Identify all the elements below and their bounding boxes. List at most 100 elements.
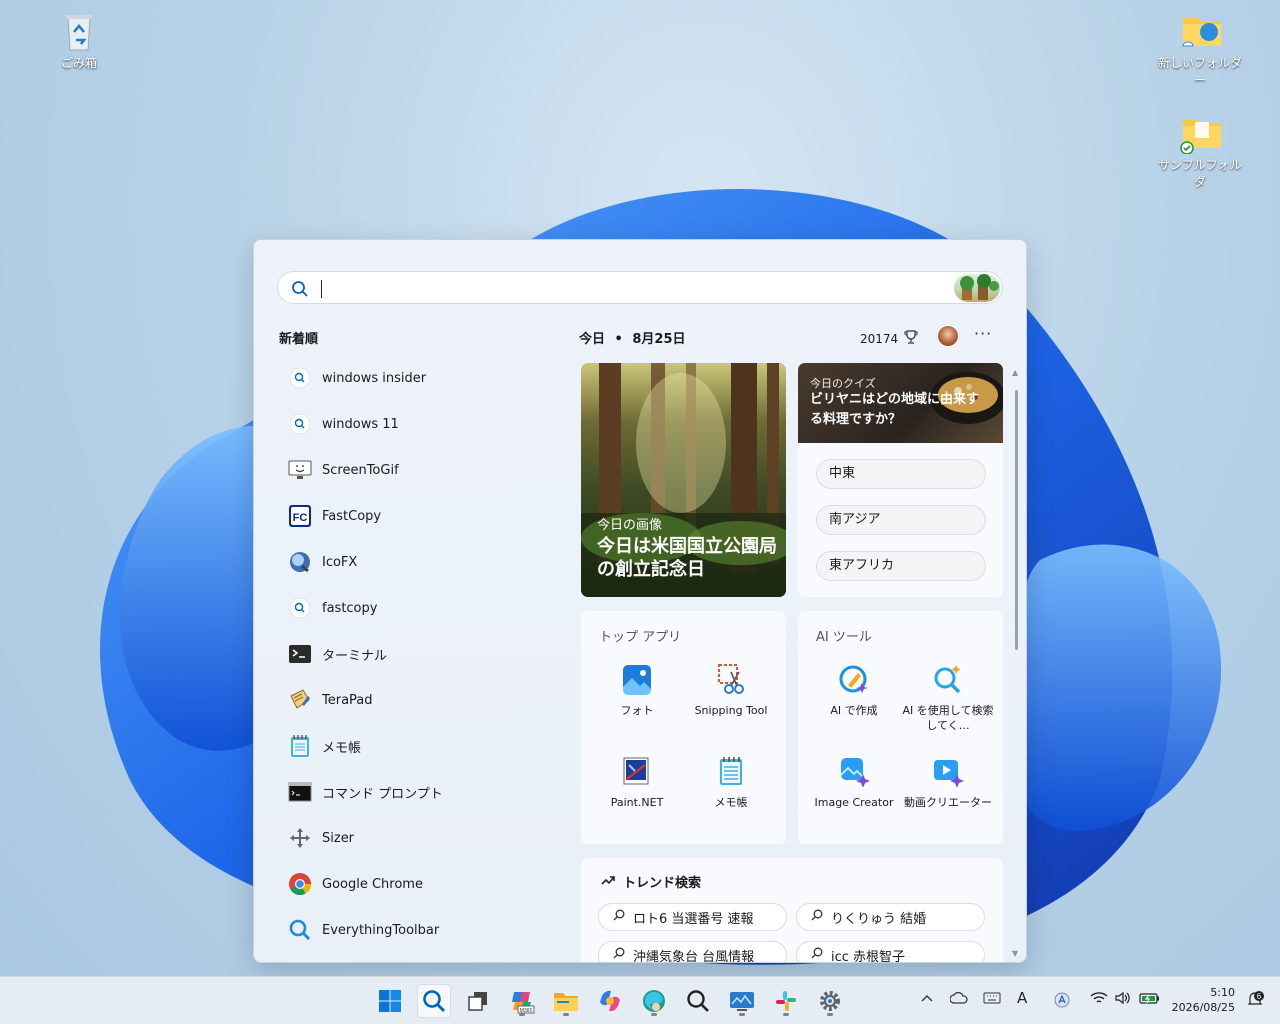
copilot-icon bbox=[600, 990, 620, 1012]
taskbar-m365-copilot[interactable]: M365 bbox=[505, 984, 539, 1018]
app-snipping-tool[interactable]: Snipping Tool bbox=[681, 663, 781, 718]
more-options-button[interactable]: ··· bbox=[974, 324, 992, 343]
list-item-label: コマンド プロンプト bbox=[322, 786, 443, 802]
list-item-label: EverythingToolbar bbox=[322, 922, 440, 938]
search-box[interactable] bbox=[277, 271, 1003, 304]
desktop-icon-label: 新しいフォルダー bbox=[1157, 56, 1242, 87]
scrollbar[interactable]: ▲ ▼ bbox=[1012, 368, 1020, 958]
user-avatar[interactable] bbox=[937, 325, 959, 347]
ime-mode-indicator[interactable]: A bbox=[1017, 989, 1027, 1007]
taskbar-slack[interactable] bbox=[769, 984, 803, 1018]
app-ai-search[interactable]: AI を使用して検索してく… bbox=[898, 663, 998, 733]
list-item[interactable]: ScreenToGif bbox=[278, 447, 568, 493]
onedrive-cloud-icon[interactable] bbox=[949, 991, 968, 1009]
magnifier-icon bbox=[687, 990, 709, 1012]
list-item[interactable]: windows 11 bbox=[278, 401, 568, 447]
chevron-up-icon[interactable] bbox=[920, 991, 934, 1009]
list-item-label: windows insider bbox=[322, 370, 427, 386]
text-caret bbox=[321, 280, 322, 298]
date-header: 今日 • 8月25日 bbox=[579, 332, 686, 347]
list-item[interactable]: FC FastCopy bbox=[278, 493, 568, 539]
quiz-header[interactable]: 今日のクイズ ビリヤニはどの地域に由来する料理ですか？ bbox=[798, 363, 1003, 443]
recycle-bin-icon bbox=[58, 10, 100, 51]
desktop-icon-label: サンプルフォルダ bbox=[1158, 158, 1242, 189]
scroll-down-arrow-icon[interactable]: ▼ bbox=[1012, 949, 1018, 958]
list-item[interactable]: Google Chrome bbox=[278, 861, 568, 907]
quiz-option[interactable]: 東アフリカ bbox=[816, 551, 986, 581]
trending-chip-label: 沖縄気象台 台風情報 bbox=[633, 949, 755, 963]
taskbar-edge[interactable] bbox=[637, 984, 671, 1018]
quiz-option[interactable]: 中東 bbox=[816, 459, 986, 489]
chrome-icon bbox=[288, 872, 312, 896]
task-view-icon bbox=[468, 992, 487, 1011]
trending-chip[interactable]: icc 赤根智子 bbox=[796, 941, 985, 963]
app-video-creator[interactable]: 動画クリエーター bbox=[898, 755, 998, 810]
taskbar-file-explorer[interactable] bbox=[549, 984, 583, 1018]
image-of-the-day-card[interactable]: 今日の画像 今日は米国国立公園局の創立記念日 bbox=[581, 363, 786, 597]
trending-chip[interactable]: りくりゅう 結婚 bbox=[796, 903, 985, 931]
running-indicator bbox=[563, 1013, 569, 1016]
list-item-label: ScreenToGif bbox=[322, 462, 399, 478]
taskbar-search-app[interactable] bbox=[681, 984, 715, 1018]
list-item[interactable]: fastcopy bbox=[278, 585, 568, 631]
rewards-points[interactable]: 20174 bbox=[860, 329, 919, 348]
start-button[interactable] bbox=[373, 984, 407, 1018]
taskbar-settings[interactable] bbox=[813, 984, 847, 1018]
app-image-creator[interactable]: Image Creator bbox=[804, 755, 904, 810]
clock[interactable]: 5:10 2026/08/25 bbox=[1172, 985, 1235, 1015]
volume-icon[interactable] bbox=[1114, 991, 1132, 1009]
desktop-icon-sample-folder[interactable]: サンプルフォルダ bbox=[1155, 112, 1245, 190]
desktop-icon-new-folder[interactable]: 新しいフォルダー bbox=[1155, 10, 1245, 88]
clock-date: 2026/08/25 bbox=[1171, 1001, 1235, 1014]
ime-pad-icon[interactable] bbox=[1053, 991, 1071, 1013]
app-label: 動画クリエーター bbox=[904, 796, 992, 809]
search-icon bbox=[291, 280, 309, 302]
taskbar-copilot[interactable] bbox=[593, 984, 627, 1018]
taskbar-search-button[interactable] bbox=[417, 984, 451, 1018]
terapad-icon bbox=[288, 688, 312, 712]
scroll-up-arrow-icon[interactable]: ▲ bbox=[1012, 368, 1018, 377]
task-view-button[interactable] bbox=[461, 984, 495, 1018]
quiz-option[interactable]: 南アジア bbox=[816, 505, 986, 535]
trending-chip[interactable]: ロト6 当選番号 速報 bbox=[598, 903, 787, 931]
list-item[interactable]: メモ帳 bbox=[278, 723, 568, 769]
app-notepad[interactable]: メモ帳 bbox=[681, 755, 781, 810]
trending-chip[interactable]: 沖縄気象台 台風情報 bbox=[598, 941, 787, 963]
battery-charging-icon[interactable] bbox=[1139, 991, 1161, 1009]
trending-chip-label: icc 赤根智子 bbox=[831, 949, 906, 963]
snipping-tool-icon bbox=[715, 663, 747, 695]
app-ai-create[interactable]: AI で作成 bbox=[804, 663, 904, 718]
list-item[interactable]: コマンド プロンプト bbox=[278, 769, 568, 815]
quiz-card: 今日のクイズ ビリヤニはどの地域に由来する料理ですか？ 中東 南アジア 東アフリ… bbox=[798, 363, 1003, 597]
folder-synced-icon bbox=[1179, 112, 1221, 155]
app-label: AI で作成 bbox=[830, 704, 878, 717]
scrollbar-thumb[interactable] bbox=[1015, 390, 1018, 650]
list-item[interactable]: Sizer bbox=[278, 815, 568, 861]
app-photos[interactable]: フォト bbox=[587, 663, 687, 718]
recent-title: 新着順 bbox=[279, 332, 319, 347]
everything-toolbar-icon bbox=[288, 918, 312, 942]
list-item[interactable]: windows insider bbox=[278, 355, 568, 401]
app-paintnet[interactable]: Paint.NET bbox=[587, 755, 687, 810]
photos-icon bbox=[621, 663, 653, 695]
running-indicator bbox=[783, 1013, 789, 1016]
desktop-icon-recycle-bin[interactable]: ごみ箱 bbox=[34, 10, 124, 71]
icofx-icon bbox=[288, 550, 312, 574]
desktop-icon-label: ごみ箱 bbox=[60, 56, 97, 70]
list-item-label: windows 11 bbox=[322, 416, 399, 432]
list-item[interactable]: EverythingToolbar bbox=[278, 907, 568, 953]
wifi-icon[interactable] bbox=[1090, 991, 1108, 1009]
list-item[interactable]: TeraPad bbox=[278, 677, 568, 723]
app-label: メモ帳 bbox=[714, 796, 748, 809]
list-item[interactable]: ターミナル bbox=[278, 631, 568, 677]
image-card-kicker: 今日の画像 bbox=[597, 518, 663, 533]
search-highlight-image[interactable] bbox=[954, 274, 1000, 302]
ai-tools-title: AI ツール bbox=[816, 630, 872, 645]
m365-copilot-icon: M365 bbox=[512, 992, 535, 1014]
keyboard-icon[interactable] bbox=[983, 991, 1001, 1009]
taskbar-monitor-app[interactable] bbox=[725, 984, 759, 1018]
notification-bell-icon[interactable]: 6 bbox=[1246, 990, 1264, 1012]
list-item[interactable]: IcoFX bbox=[278, 539, 568, 585]
list-item-label: TeraPad bbox=[322, 692, 373, 708]
search-input[interactable] bbox=[324, 276, 884, 300]
